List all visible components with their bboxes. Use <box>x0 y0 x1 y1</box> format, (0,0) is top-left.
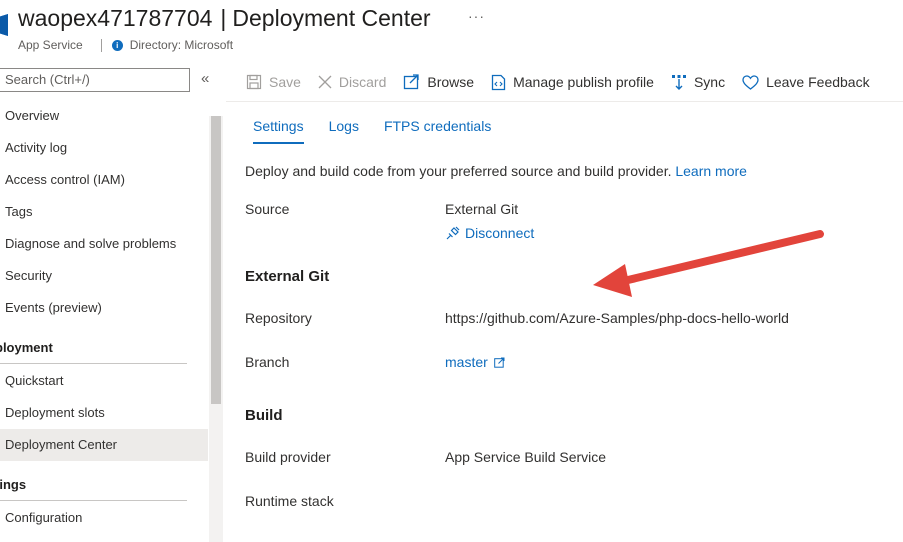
sidebar-item-deployment-slots[interactable]: Deployment slots <box>0 397 208 429</box>
tab-bar: Settings Logs FTPS credentials <box>253 118 516 144</box>
learn-more-link[interactable]: Learn more <box>675 163 747 179</box>
directory-label: Directory: Microsoft <box>129 38 234 52</box>
manage-publish-profile-button[interactable]: Manage publish profile <box>491 74 654 91</box>
discard-button[interactable]: Discard <box>318 74 386 90</box>
sidebar-item-configuration[interactable]: Configuration <box>0 502 208 534</box>
sidebar-item-activity-log[interactable]: Activity log <box>0 132 208 164</box>
resource-name: waopex471787704 <box>18 5 213 31</box>
discard-label: Discard <box>338 74 387 90</box>
build-provider-label: Build provider <box>245 449 331 465</box>
sidebar-item-diagnose[interactable]: Diagnose and solve problems <box>0 228 208 260</box>
collapse-sidebar-icon[interactable]: « <box>201 70 209 87</box>
page-header: waopex471787704 | Deployment Center ··· Ap… <box>0 0 903 64</box>
sidebar-item-access-control[interactable]: Access control (IAM) <box>0 164 208 196</box>
description-text: Deploy and build code from your preferre… <box>245 163 747 179</box>
description: Deploy and build code from your preferre… <box>245 163 672 179</box>
sync-icon <box>671 75 686 90</box>
open-external-icon <box>404 74 420 90</box>
command-bar: Save Discard Browse Manage publish profi… <box>246 70 887 94</box>
leave-feedback-label: Leave Feedback <box>766 74 870 90</box>
publish-profile-icon <box>491 74 506 90</box>
browse-label: Browse <box>427 74 475 90</box>
tab-ftps-credentials[interactable]: FTPS credentials <box>384 118 491 144</box>
page-title: waopex471787704 | Deployment Center <box>18 5 431 32</box>
page-name: Deployment Center <box>232 5 431 31</box>
disconnect-icon <box>446 226 460 239</box>
manage-publish-profile-label: Manage publish profile <box>513 74 654 90</box>
runtime-stack-label: Runtime stack <box>245 493 334 509</box>
sidebar-item-overview[interactable]: Overview <box>0 100 208 132</box>
heart-icon <box>742 74 759 90</box>
leave-feedback-button[interactable]: Leave Feedback <box>742 74 870 90</box>
section-divider <box>0 363 187 364</box>
sidebar-section-settings: tings <box>0 477 27 492</box>
sidebar-scrollbar-thumb[interactable] <box>211 116 221 404</box>
branch-label: Branch <box>245 354 290 370</box>
save-button[interactable]: Save <box>246 74 301 90</box>
disconnect-button[interactable]: Disconnect <box>445 225 534 241</box>
search-input[interactable]: Search (Ctrl+/) <box>0 68 190 92</box>
source-value: External Git <box>445 201 519 217</box>
sync-label: Sync <box>693 74 726 90</box>
branch-link[interactable]: master <box>445 354 505 370</box>
repository-value: https://github.com/Azure-Samples/php-doc… <box>445 310 789 326</box>
subtitle-divider <box>100 38 102 52</box>
sidebar-item-tags[interactable]: Tags <box>0 196 208 228</box>
build-heading: Build <box>245 407 283 424</box>
sidebar-item-events[interactable]: Events (preview) <box>0 292 208 324</box>
page-subtitle: App Service i Directory: Microsoft <box>18 38 233 52</box>
sidebar-section-deployment: ployment <box>0 340 53 355</box>
disconnect-label: Disconnect <box>465 225 535 241</box>
more-options-button[interactable]: ··· <box>468 8 485 24</box>
source-label: Source <box>245 201 290 217</box>
resource-type: App Service <box>18 38 83 52</box>
section-divider <box>0 500 187 501</box>
save-label: Save <box>269 74 301 90</box>
open-external-icon <box>493 357 505 368</box>
toolbar-divider <box>226 101 903 102</box>
branch-value: master <box>445 354 488 370</box>
sidebar-item-quickstart[interactable]: Quickstart <box>0 365 208 397</box>
build-provider-value: App Service Build Service <box>445 449 607 465</box>
sidebar-item-security[interactable]: Security <box>0 260 208 292</box>
sync-button[interactable]: Sync <box>671 74 725 90</box>
sidebar-item-deployment-center[interactable]: Deployment Center <box>0 429 208 461</box>
browse-button[interactable]: Browse <box>403 74 474 90</box>
external-git-heading: External Git <box>245 268 330 285</box>
tab-settings[interactable]: Settings <box>253 118 304 144</box>
app-service-icon <box>0 14 8 36</box>
save-icon <box>246 74 262 90</box>
close-icon <box>318 75 332 89</box>
info-icon: i <box>111 39 123 51</box>
repository-label: Repository <box>245 310 312 326</box>
title-separator: | <box>220 5 227 31</box>
tab-logs[interactable]: Logs <box>329 118 359 144</box>
